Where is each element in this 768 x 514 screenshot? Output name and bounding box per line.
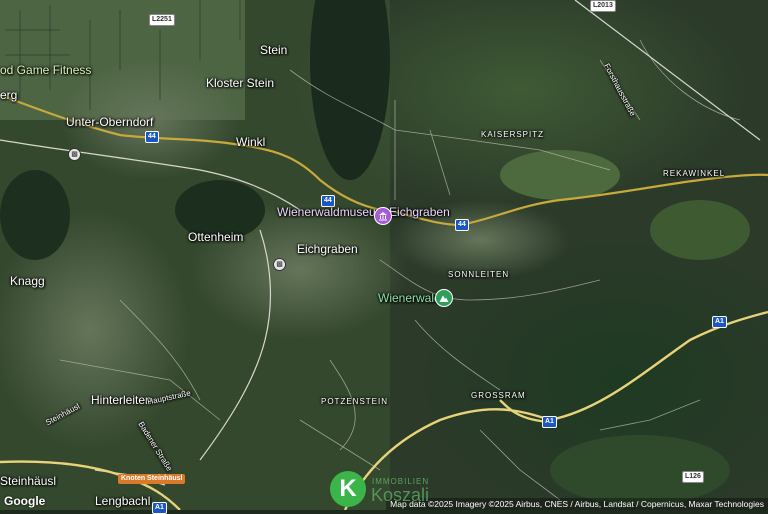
road-shield-44: 44	[145, 131, 159, 143]
locality-label-potzenstein: POTZENSTEIN	[321, 397, 389, 406]
locality-label-grossram: GROSSRAM	[471, 391, 526, 400]
poi-label-wienerwaldmuseum[interactable]: Wienerwaldmuseum Eichgraben	[277, 205, 450, 219]
junction-label-knoten-steinhausl: Knoten Steinhäusl	[118, 474, 186, 484]
town-label-lengbachl: Lengbachl	[95, 494, 151, 508]
poi-label-wienerwald[interactable]: Wienerwald	[378, 291, 441, 305]
locality-label-rekawinkel: REKAWINKEL	[663, 169, 726, 178]
brand-logo-letter: K	[339, 475, 357, 502]
road-shield-l126: L126	[682, 471, 704, 483]
town-label-kloster-stein: Kloster Stein	[206, 76, 275, 90]
road-shield-44: 44	[455, 219, 469, 231]
road-shield-a1: A1	[712, 316, 727, 328]
locality-label-sonnleiten: SONNLEITEN	[448, 270, 510, 279]
brand-logo: K	[330, 471, 366, 507]
town-label-knagg: Knagg	[10, 274, 45, 288]
road-shield-a1: A1	[542, 416, 557, 428]
locality-label-kaiserspitz: KAISERSPITZ	[481, 130, 545, 139]
mountain-icon[interactable]	[435, 289, 453, 307]
town-label-ottenheim: Ottenheim	[188, 230, 244, 244]
brand-name: Koszali	[371, 485, 430, 505]
road-shield-a1: A1	[152, 502, 167, 514]
train-station-icon[interactable]: ▩	[68, 148, 81, 161]
museum-glyph	[379, 212, 387, 221]
google-logo: Google	[4, 494, 46, 508]
town-label-winkl: Winkl	[236, 135, 266, 149]
road-shield-l2013: L2013	[590, 0, 616, 12]
mountain-glyph	[439, 295, 449, 302]
train-station-icon[interactable]: ▩	[273, 258, 286, 271]
road-shield-l2251: L2251	[149, 14, 175, 26]
museum-icon[interactable]	[374, 207, 392, 225]
poi-label-fitness[interactable]: od Game Fitness	[0, 63, 91, 77]
map-attribution: Map data ©2025 Imagery ©2025 Airbus, CNE…	[386, 498, 768, 510]
poi-label-text: Wienerwaldmuseum Eichgraben	[277, 205, 450, 219]
town-label-hinterleiten: Hinterleiten	[91, 393, 152, 407]
town-label-eichgraben: Eichgraben	[297, 242, 358, 256]
satellite-map[interactable]	[0, 0, 768, 510]
town-label-unter-oberndorf: Unter-Oberndorf	[66, 115, 154, 129]
town-label-steinhausl: Steinhäusl	[0, 474, 57, 488]
town-label-stein: Stein	[260, 43, 288, 57]
town-label-erg: erg	[0, 88, 18, 102]
